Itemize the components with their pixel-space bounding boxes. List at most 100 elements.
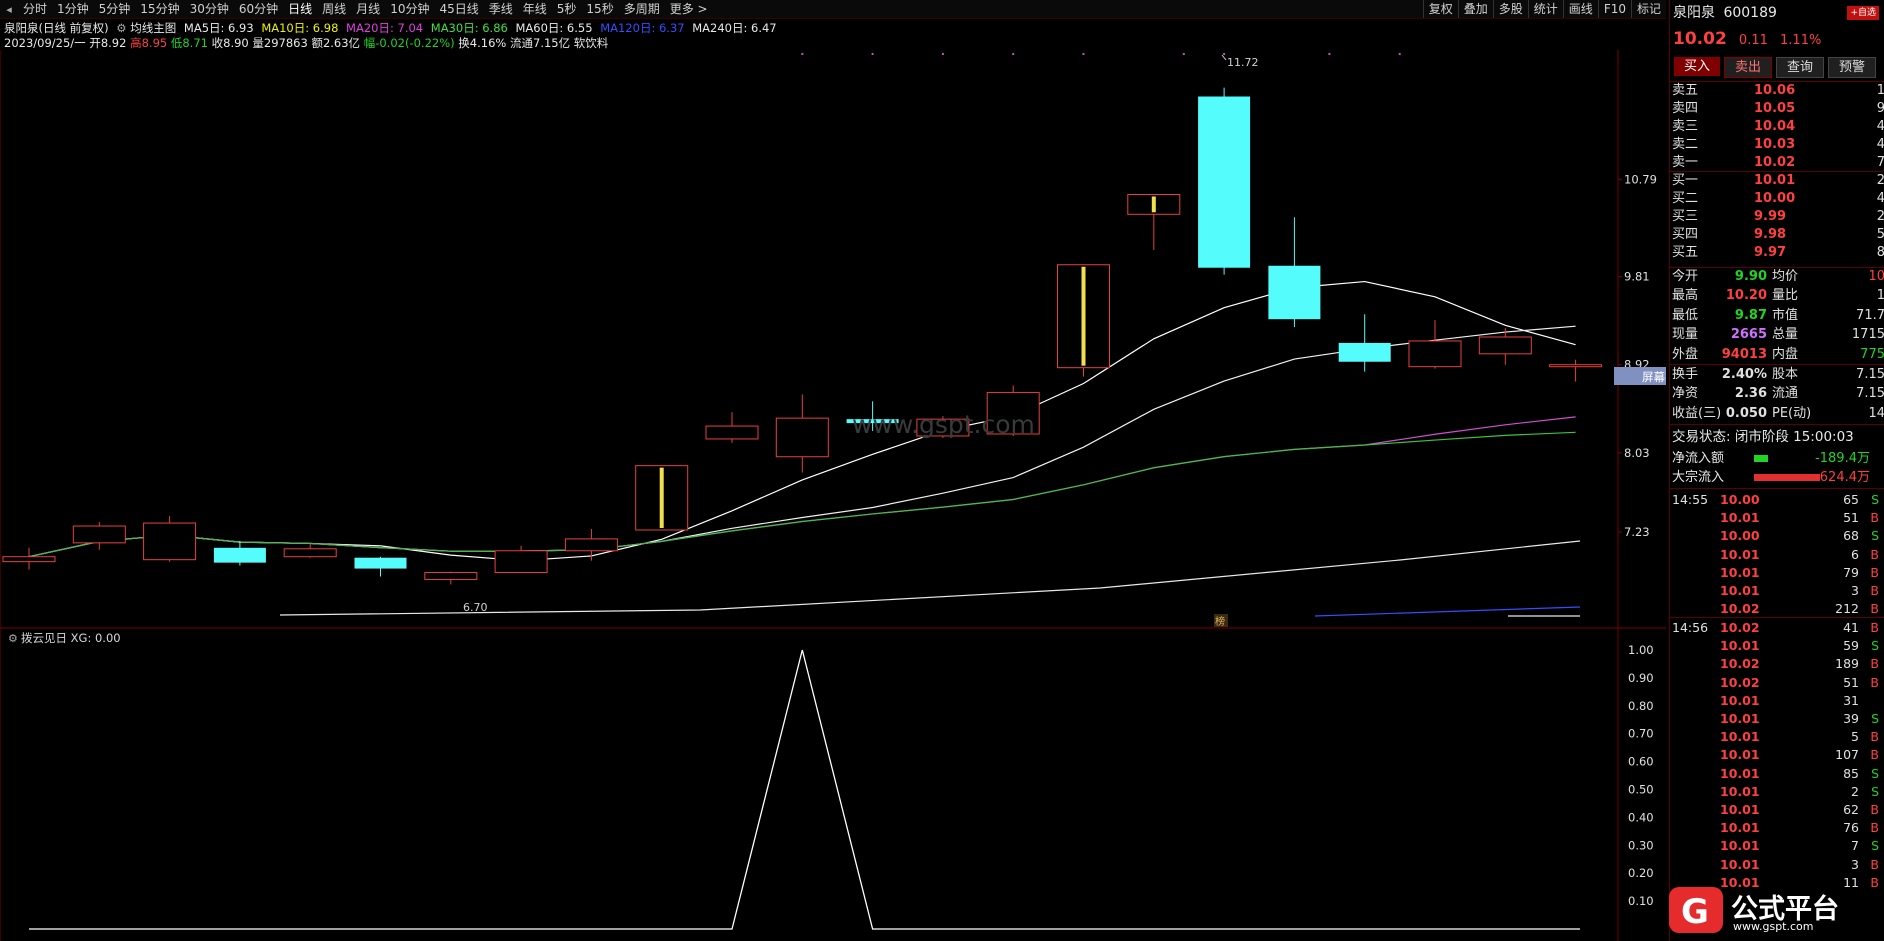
candle[interactable] (1408, 320, 1462, 369)
period-tab-7[interactable]: 周线 (317, 0, 351, 18)
tool-button-0[interactable]: 复权 (1422, 0, 1458, 18)
period-tab-9[interactable]: 10分钟 (385, 0, 434, 18)
tick-volume: 3 (1851, 583, 1859, 598)
indicator-tick-label: 0.10 (1628, 894, 1654, 908)
main-indicator-gear-icon[interactable]: ⚙ (116, 21, 126, 35)
candle[interactable] (705, 412, 759, 443)
add-watchlist-button[interactable]: +自选 (1847, 6, 1879, 20)
tick-direction: S (1871, 838, 1879, 854)
period-tab-10[interactable]: 45日线 (434, 0, 483, 18)
right-bids-row: 买二 10.00 4 (1670, 190, 1884, 208)
candle[interactable] (1338, 314, 1391, 372)
tick-row: 10.01 3 B (1670, 856, 1884, 874)
stat-row: 最高 10.20 量比 1 (1670, 287, 1884, 305)
tick-price: 10.01 (1720, 711, 1760, 726)
period-tab-0[interactable]: 分时 (18, 0, 52, 18)
candle[interactable] (1268, 217, 1321, 328)
period-tab-12[interactable]: 年线 (518, 0, 552, 18)
period-tab-5[interactable]: 60分钟 (234, 0, 283, 18)
book-label: 买二 (1672, 191, 1699, 206)
trade-button-2[interactable]: 查询 (1776, 57, 1824, 78)
right-bids-row: 买一 10.01 2 (1670, 172, 1884, 190)
ma120-line (1314, 606, 1581, 617)
limit-up-marker (659, 467, 664, 528)
tool-button-4[interactable]: 画线 (1562, 0, 1598, 18)
tool-button-1[interactable]: 叠加 (1457, 0, 1493, 18)
right-bids-row: 买四 9.98 5 (1670, 226, 1884, 244)
ma5-value: MA5日: 6.93 (183, 21, 254, 35)
period-tab-14[interactable]: 15秒 (581, 0, 618, 18)
tool-button-3[interactable]: 统计 (1527, 0, 1563, 18)
ma60-value: MA60日: 6.55 (515, 21, 593, 35)
tick-direction: B (1870, 674, 1879, 690)
candle[interactable] (424, 571, 478, 585)
candle[interactable] (2, 547, 56, 570)
chart-tools: 复权 叠加 多股 统计 画线 F10 标记 (1422, 0, 1666, 18)
period-tab-11[interactable]: 季线 (484, 0, 518, 18)
tick-time: 14:56 (1672, 620, 1709, 635)
indicator-gear-icon[interactable]: ⚙ (8, 632, 18, 645)
tick-volume: 31 (1843, 692, 1859, 708)
stat-value: 2665 (1730, 327, 1767, 343)
trade-status-text: 交易状态: 闭市阶段 15:00:03 (1672, 429, 1854, 445)
candle[interactable] (494, 545, 548, 574)
period-tab-15[interactable]: 多周期 (619, 0, 665, 18)
candle-body (775, 417, 829, 458)
tick-direction: B (1870, 802, 1879, 817)
trade-status: 交易状态: 闭市阶段 15:00:03 (1670, 428, 1884, 446)
chevron-left-icon[interactable]: ◂ (0, 3, 18, 16)
candles (2, 87, 1603, 585)
candle[interactable] (1549, 359, 1603, 382)
big-inflow-label: 大宗流入 (1672, 470, 1725, 485)
candle[interactable] (213, 540, 266, 566)
main-indicator-label[interactable]: 均线主图 (130, 21, 176, 35)
candle[interactable] (143, 516, 197, 562)
candle[interactable] (283, 543, 337, 558)
tick-row: 10.01 107 B (1670, 746, 1884, 764)
tick-volume: 65 (1843, 492, 1859, 507)
period-tab-4[interactable]: 30分钟 (185, 0, 234, 18)
period-tab-6[interactable]: 日线 (283, 0, 317, 18)
book-label: 卖四 (1672, 101, 1699, 116)
right-bids-row: 买五 9.97 8 (1670, 244, 1884, 262)
separator (1670, 424, 1884, 425)
candle-body (1338, 342, 1391, 362)
trade-button-0[interactable]: 买入 (1674, 57, 1720, 76)
tick-row: 10.01 5 B (1670, 728, 1884, 746)
period-tab-8[interactable]: 月线 (351, 0, 385, 18)
tick-volume: 76 (1843, 820, 1859, 836)
signal-dot (1012, 53, 1015, 55)
period-tab-2[interactable]: 5分钟 (94, 0, 136, 18)
period-tab-16[interactable]: 更多 > (665, 0, 713, 18)
candle[interactable] (1198, 87, 1251, 275)
trade-button-3[interactable]: 预警 (1828, 57, 1876, 78)
period-toolbar: ◂ 分时 1分钟 5分钟 15分钟 30分钟 60分钟 日线 周线 月线 10分钟 45日线 季线 年线… (0, 0, 1666, 19)
period-tab-13[interactable]: 5秒 (552, 0, 582, 18)
tick-volume: 39 (1843, 711, 1859, 726)
candle[interactable] (775, 394, 829, 473)
stock-name: 泉阳泉 (1673, 5, 1715, 21)
period-tab-1[interactable]: 1分钟 (52, 0, 94, 18)
tick-row: 10.01 6 B (1670, 546, 1884, 564)
stat-row: 现量 2665 总量 1715 (1670, 326, 1884, 344)
trade-buttons: 买入 卖出 查询 预警 (1670, 57, 1876, 78)
indicator-series (29, 649, 1580, 930)
tool-button-6[interactable]: 标记 (1630, 0, 1666, 18)
period-tab-3[interactable]: 15分钟 (135, 0, 184, 18)
kline-chart[interactable]: 10.799.818.928.037.23 11.72 6.70 www.gsp… (0, 50, 1666, 941)
candle[interactable] (564, 528, 618, 561)
tick-row: 10.02 189 B (1670, 655, 1884, 673)
tick-price: 10.00 (1720, 492, 1760, 507)
tick-direction: S (1871, 765, 1879, 781)
stat-key: 现量 (1672, 327, 1699, 343)
tool-button-2[interactable]: 多股 (1492, 0, 1528, 18)
tool-button-5[interactable]: F10 (1597, 0, 1631, 18)
book-volume: 4 (1876, 137, 1884, 152)
net-inflow-label: 净流入额 (1672, 451, 1725, 466)
book-price: 10.05 (1754, 101, 1796, 116)
stat-key: 外盘 (1672, 346, 1699, 362)
tick-price: 10.01 (1720, 838, 1760, 854)
candle[interactable] (354, 556, 407, 577)
trade-button-1[interactable]: 卖出 (1724, 57, 1772, 78)
tick-volume: 59 (1843, 638, 1859, 654)
